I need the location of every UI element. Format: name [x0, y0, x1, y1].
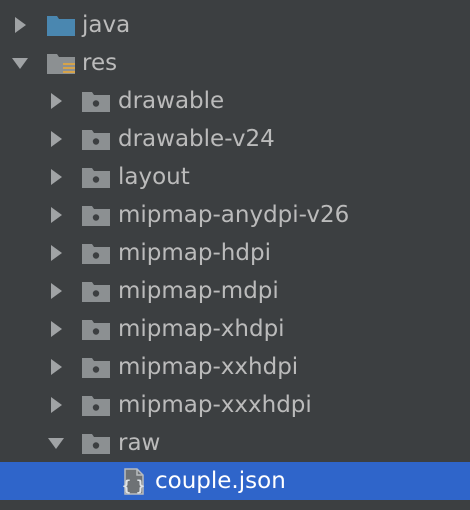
folder-icon: [82, 244, 110, 264]
chevron-right-icon[interactable]: [46, 357, 66, 377]
folder-icon: [82, 320, 110, 340]
tree-item-partial: [0, 500, 470, 510]
tree-item-label: mipmap-xhdpi: [118, 316, 285, 342]
tree-item-drawable-v24[interactable]: drawable-v24: [0, 120, 470, 158]
tree-item-mipmap-mdpi[interactable]: mipmap-mdpi: [0, 272, 470, 310]
tree-item-drawable[interactable]: drawable: [0, 82, 470, 120]
folder-icon: [82, 168, 110, 188]
chevron-right-icon[interactable]: [46, 91, 66, 111]
source-folder-icon: [47, 16, 75, 36]
chevron-right-icon[interactable]: [46, 205, 66, 225]
folder-icon: [82, 92, 110, 112]
tree-item-label: mipmap-xxxhdpi: [118, 392, 312, 418]
tree-item-mipmap-anydpi-v26[interactable]: mipmap-anydpi-v26: [0, 196, 470, 234]
chevron-right-icon[interactable]: [46, 167, 66, 187]
folder-icon: [82, 358, 110, 378]
tree-item-mipmap-xxxhdpi[interactable]: mipmap-xxxhdpi: [0, 386, 470, 424]
tree-item-res[interactable]: res: [0, 44, 470, 82]
svg-text:{: {: [122, 477, 131, 495]
tree-item-raw[interactable]: raw: [0, 424, 470, 462]
tree-item-mipmap-xxhdpi[interactable]: mipmap-xxhdpi: [0, 348, 470, 386]
tree-item-java[interactable]: java: [0, 6, 470, 44]
chevron-right-icon[interactable]: [46, 243, 66, 263]
folder-icon: [82, 206, 110, 226]
tree-item-couple-json[interactable]: { } couple.json: [0, 462, 470, 500]
chevron-right-icon[interactable]: [10, 15, 30, 35]
tree-item-label: res: [82, 50, 118, 76]
folder-icon: [82, 130, 110, 150]
tree-item-label: drawable-v24: [118, 126, 275, 152]
json-file-icon: { }: [122, 468, 145, 495]
folder-icon: [82, 282, 110, 302]
tree-item-mipmap-hdpi[interactable]: mipmap-hdpi: [0, 234, 470, 272]
chevron-down-icon[interactable]: [46, 433, 66, 453]
tree-item-label: mipmap-hdpi: [118, 240, 271, 266]
folder-icon: [81, 506, 111, 510]
folder-icon: [82, 434, 110, 454]
tree-item-label: couple.json: [155, 468, 286, 494]
tree-item-layout[interactable]: layout: [0, 158, 470, 196]
tree-item-label: mipmap-xxhdpi: [118, 354, 299, 380]
chevron-right-icon[interactable]: [46, 129, 66, 149]
chevron-right-icon[interactable]: [46, 319, 66, 339]
svg-text:}: }: [136, 477, 145, 495]
tree-item-label: java: [82, 12, 131, 38]
chevron-down-icon[interactable]: [10, 53, 30, 73]
project-tree: java res drawable drawable-v24 layout mi…: [0, 0, 470, 510]
chevron-right-icon[interactable]: [46, 395, 66, 415]
folder-icon: [82, 396, 110, 416]
tree-item-label: mipmap-anydpi-v26: [118, 202, 350, 228]
tree-item-mipmap-xhdpi[interactable]: mipmap-xhdpi: [0, 310, 470, 348]
resource-folder-icon: [47, 54, 75, 74]
chevron-right-icon[interactable]: [46, 281, 66, 301]
tree-item-label: drawable: [118, 88, 225, 114]
tree-item-label: layout: [118, 164, 190, 190]
tree-item-label: raw: [118, 430, 161, 456]
tree-item-label: mipmap-mdpi: [118, 278, 279, 304]
